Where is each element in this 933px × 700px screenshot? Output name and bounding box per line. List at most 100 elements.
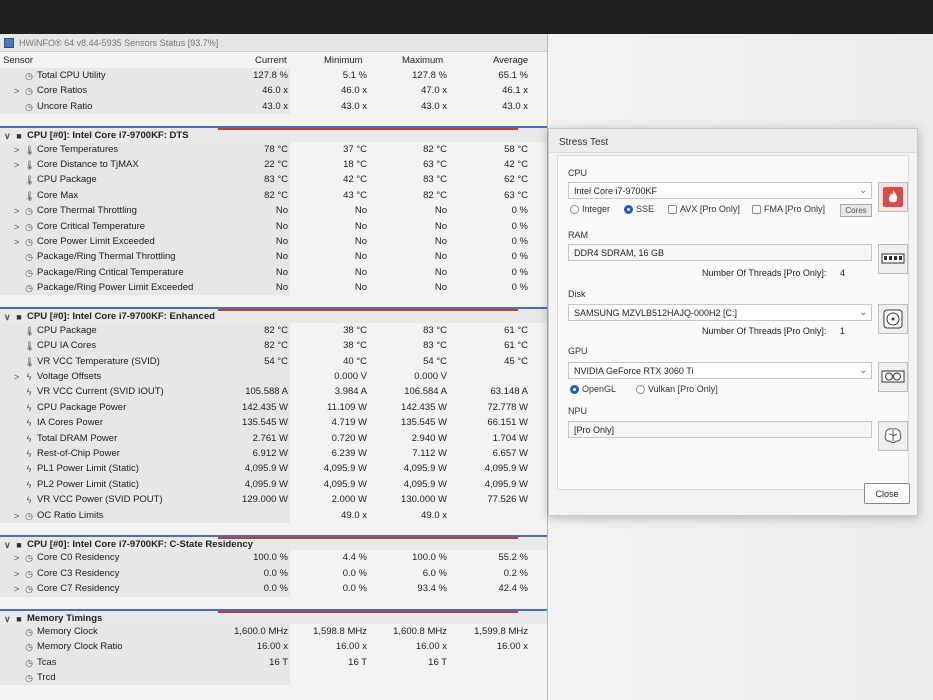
clock-icon: ◷ — [25, 642, 33, 653]
collapse-chevron-icon[interactable]: ∨ — [4, 311, 11, 323]
gpu-stress-toggle[interactable] — [878, 362, 908, 392]
section-title-wrap: ∨ ■ CPU [#0]: Intel Core i7-9700KF: DTS — [4, 130, 189, 142]
sensor-row[interactable]: 🌡 Core Max 82 °C 43 °C 82 °C 63 °C — [0, 187, 547, 204]
expand-chevron-icon[interactable]: > — [14, 371, 21, 383]
sensor-row[interactable]: ϟ VR VCC Current (SVID IOUT) 105.588 A 3.98… — [0, 384, 547, 400]
option-fma[interactable]: FMA [Pro Only] — [752, 204, 825, 214]
disk-threads-value[interactable]: 1 — [840, 326, 845, 336]
expand-chevron-icon[interactable]: > — [14, 568, 21, 580]
sensor-label: Core C3 Residency — [37, 567, 120, 579]
option-avx[interactable]: AVX [Pro Only] — [668, 204, 740, 214]
disk-select[interactable]: SAMSUNG MZVLB512HAJQ-000H2 [C:] ⌄ — [568, 304, 872, 321]
value-maximum: 83 °C — [423, 174, 447, 186]
sensor-row[interactable]: 🌡 CPU Package 83 °C 42 °C 83 °C 62 °C — [0, 172, 547, 188]
value-maximum: 135.545 W — [401, 417, 447, 429]
value-average: 63.148 A — [490, 386, 528, 398]
checkbox-icon — [668, 204, 677, 214]
expand-chevron-icon[interactable]: > — [14, 144, 21, 156]
option-integer[interactable]: Integer — [570, 204, 610, 214]
sensor-name: 🌡 CPU Package — [14, 325, 97, 337]
npu-stress-toggle[interactable] — [878, 421, 908, 451]
expand-chevron-icon[interactable]: > — [14, 221, 21, 233]
option-opengl[interactable]: OpenGL — [570, 384, 616, 394]
cpu-stress-toggle[interactable] — [878, 182, 908, 212]
value-minimum: No — [354, 220, 367, 232]
expand-chevron-icon[interactable]: > — [14, 583, 21, 595]
section-header[interactable]: ∨ ■ CPU [#0]: Intel Core i7-9700KF: C-Stat… — [0, 534, 547, 551]
expand-chevron-icon[interactable]: > — [14, 236, 21, 248]
expand-chevron-icon[interactable]: > — [14, 552, 21, 564]
sensor-row[interactable]: ϟ PL2 Power Limit (Static) 4,095.9 W 4,095.… — [0, 476, 547, 493]
col-maximum[interactable]: Maximum — [402, 55, 443, 66]
col-sensor[interactable]: Sensor — [3, 55, 33, 66]
expand-chevron-icon[interactable]: > — [14, 510, 21, 522]
lightning-icon: ϟ — [26, 464, 32, 475]
npu-value: [Pro Only] — [574, 425, 615, 435]
sensor-row[interactable]: ϟ IA Cores Power 135.545 W 4.719 W 135.545 W… — [0, 415, 547, 431]
sensor-row[interactable]: ϟ Rest-of-Chip Power 6.912 W 6.239 W 7.112 W… — [0, 445, 547, 462]
sensor-row[interactable]: ◷ Package/Ring Power Limit Exceeded No No No… — [0, 280, 547, 296]
value-current: No — [275, 266, 288, 278]
section-header[interactable]: ∨ ■ CPU [#0]: Intel Core i7-9700KF: Enhanc… — [0, 307, 547, 323]
col-minimum[interactable]: Minimum — [324, 55, 363, 66]
sensor-row[interactable]: 🌡 CPU IA Cores 82 °C 38 °C 83 °C 61 °C — [0, 338, 547, 354]
sensor-row[interactable]: > ◷ Core Thermal Throttling No No No 0 % — [0, 203, 547, 219]
sensor-row[interactable]: ϟ Total DRAM Power 2.761 W 0.720 W 2.940 W 1.… — [0, 430, 547, 446]
close-button[interactable]: Close — [864, 483, 910, 504]
sensor-row[interactable]: ϟ PL1 Power Limit (Static) 4,095.9 W 4,095.… — [0, 461, 547, 477]
value-maximum: 1,600.8 MHz — [393, 625, 447, 637]
disk-stress-toggle[interactable] — [878, 304, 908, 334]
sensor-label: Package/Ring Critical Temperature — [37, 266, 184, 278]
collapse-chevron-icon[interactable]: ∨ — [4, 539, 11, 551]
sensor-row[interactable]: > ◷ Core C7 Residency 0.0 % 0.0 % 93.4 % 42.4 … — [0, 581, 547, 597]
sensor-row[interactable]: ◷ Package/Ring Thermal Throttling No No No 0 … — [0, 249, 547, 265]
section-header[interactable]: ∨ ■ Memory Timings — [0, 608, 547, 625]
sensor-label: VR VCC Power (SVID POUT) — [37, 494, 163, 506]
sensor-row[interactable]: 🌡 VR VCC Temperature (SVID) 54 °C 40 °C 54 °… — [0, 353, 547, 370]
sensor-row[interactable]: ◷ Total CPU Utility 127.8 % 5.1 % 127.8 % 65.… — [0, 68, 547, 84]
expand-chevron-icon[interactable]: > — [14, 85, 21, 97]
sensor-row[interactable]: > ◷ OC Ratio Limits 49.0 x 49.0 x — [0, 507, 547, 523]
sensor-row[interactable]: > 🌡 Core Distance to TjMAX 22 °C 18 °C 63 °C 4… — [0, 156, 547, 173]
sensor-label: PL1 Power Limit (Static) — [37, 463, 139, 475]
section-header[interactable]: ∨ ■ CPU [#0]: Intel Core i7-9700KF: DTS — [0, 126, 547, 142]
value-maximum: 16 T — [428, 656, 447, 668]
sensor-row[interactable]: ◷ Uncore Ratio 43.0 x 43.0 x 43.0 x 43.0 x — [0, 98, 547, 115]
gpu-select[interactable]: NVIDIA GeForce RTX 3060 Ti ⌄ — [568, 362, 872, 379]
sensor-row[interactable]: ϟ VR VCC Power (SVID POUT) 129.000 W 2.000 … — [0, 492, 547, 508]
sensor-row[interactable]: ◷ Package/Ring Critical Temperature No No No… — [0, 264, 547, 281]
collapse-chevron-icon[interactable]: ∨ — [4, 613, 11, 625]
section-title-wrap: ∨ ■ CPU [#0]: Intel Core i7-9700KF: C-Stat… — [4, 539, 253, 551]
col-average[interactable]: Average — [493, 55, 528, 66]
expand-chevron-icon[interactable]: > — [14, 159, 21, 171]
value-average: 0.2 % — [503, 567, 528, 579]
sensor-row[interactable]: 🌡 CPU Package 82 °C 38 °C 83 °C 61 °C — [0, 322, 547, 339]
col-current[interactable]: Current — [255, 55, 287, 66]
sensor-row[interactable]: > 🌡 Core Temperatures 78 °C 37 °C 82 °C 58 °C — [0, 141, 547, 157]
clock-icon: ◷ — [25, 510, 33, 521]
sensor-row[interactable]: > ◷ Core Critical Temperature No No No 0 % — [0, 218, 547, 234]
cores-button[interactable]: Cores — [840, 204, 872, 217]
sensor-row[interactable]: ◷ Memory Clock 1,600.0 MHz 1,598.8 MHz 1,600… — [0, 623, 547, 640]
option-sse[interactable]: SSE — [624, 204, 654, 214]
sensor-row[interactable]: > ◷ Core C0 Residency 100.0 % 4.4 % 100.0 % 55… — [0, 550, 547, 566]
value-current: 142.435 W — [242, 401, 288, 413]
value-maximum: 16.00 x — [415, 641, 447, 653]
sensor-row[interactable]: > ϟ Voltage Offsets 0.000 V 0.000 V — [0, 369, 547, 385]
value-current: 16 T — [269, 656, 288, 668]
sensor-row[interactable]: > ◷ Core Power Limit Exceeded No No No 0 % — [0, 233, 547, 250]
value-maximum: 49.0 x — [421, 509, 447, 521]
sensor-row[interactable]: ◷ Tcas 16 T 16 T 16 T — [0, 654, 547, 671]
expand-chevron-icon[interactable]: > — [14, 205, 21, 217]
cpu-select[interactable]: Intel Core i7-9700KF ⌄ — [568, 182, 872, 199]
sensor-row[interactable]: ◷ Trcd — [0, 670, 547, 686]
option-vulkan[interactable]: Vulkan [Pro Only] — [636, 384, 718, 394]
sensor-row[interactable]: ◷ Memory Clock Ratio 16.00 x 16.00 x 16.00 x… — [0, 639, 547, 655]
sensor-row[interactable]: > ◷ Core Ratios 46.0 x 46.0 x 47.0 x 46.1 x — [0, 83, 547, 99]
sensor-row[interactable]: ϟ CPU Package Power 142.435 W 11.109 W 142.4… — [0, 399, 547, 416]
sensor-row[interactable]: > ◷ Core C3 Residency 0.0 % 0.0 % 6.0 % 0.2 % — [0, 565, 547, 582]
collapse-chevron-icon[interactable]: ∨ — [4, 130, 11, 142]
ram-stress-toggle[interactable] — [878, 244, 908, 274]
ram-threads-value[interactable]: 4 — [840, 268, 845, 278]
window-titlebar[interactable]: HWiNFO® 64 v8.44-5935 Sensors Status [93… — [0, 34, 547, 52]
